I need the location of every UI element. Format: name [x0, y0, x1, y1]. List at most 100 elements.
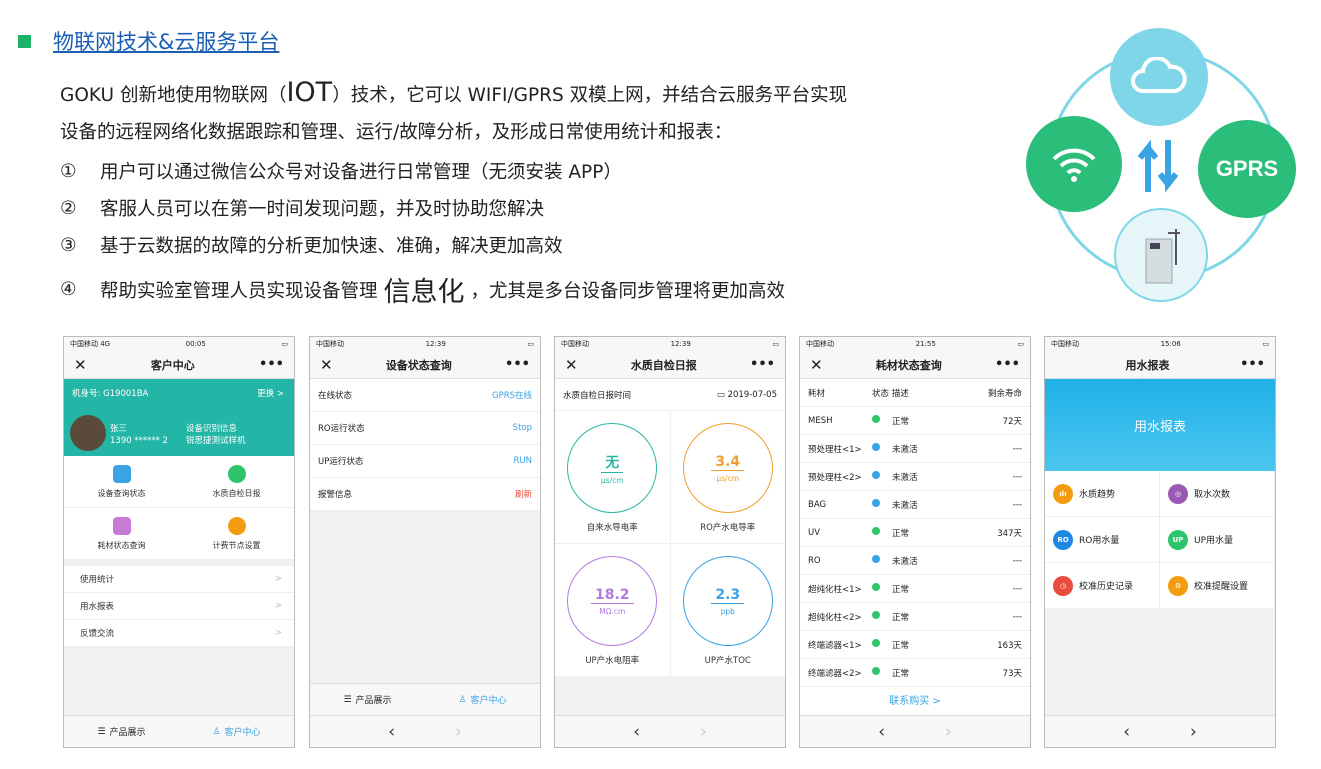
status-dot [872, 555, 880, 563]
status-row: UP运行状态 RUN [310, 445, 540, 478]
report-grid: ılı 水质趋势 ◎ 取水次数 RO RO用水量 UP UP用水量 ◷ 校准历史记录 ⚙ 校准提醒设置 [1045, 471, 1275, 609]
status-bar: 中国移动 21:55 ▭ [800, 337, 1030, 351]
table-row: 终端滤器<2> 正常 73天 [800, 659, 1030, 687]
status-dot [872, 415, 880, 423]
back-button[interactable]: ‹ [388, 722, 395, 742]
status-row: 报警信息 刷新 [310, 478, 540, 511]
menu-feedback[interactable]: 反馈交流 > [64, 620, 294, 647]
list-item: ④ 帮助实验室管理人员实现设备管理 信息化 ，尤其是多台设备同步管理将更加高效 [60, 277, 786, 308]
search-doc-icon [112, 516, 131, 535]
report-banner: 用水报表 [1045, 379, 1275, 471]
phone-customer-center: 中国移动 4G 00:05 ▭ ✕ 客户中心 ••• 机身号: G19001BA 更换 … [63, 336, 295, 748]
intro-text: GOKU 创新地使用物联网（IOT）技术，它可以 WIFI/GPRS 双模上网，… [60, 77, 848, 143]
grid-device-status[interactable]: 设备查询状态 [64, 456, 179, 508]
status-bar: 中国移动 15:06 ▭ [1045, 337, 1275, 351]
status-dot [872, 443, 880, 451]
status-dot [872, 527, 880, 535]
report-item-icon: ◎ [1168, 483, 1188, 504]
forward-button[interactable]: › [455, 722, 462, 742]
contact-buy-link[interactable]: 联系购买 > [800, 687, 1030, 717]
report-item-icon: ◷ [1053, 575, 1073, 596]
report-item[interactable]: UP UP用水量 [1160, 517, 1275, 563]
table-header: 耗材 状态 描述 剩余寿命 [800, 379, 1030, 407]
phone-usage-report: 中国移动 15:06 ▭ 用水报表 ••• 用水报表 ılı 水质趋势 ◎ 取水次数 RO RO… [1044, 336, 1276, 748]
date-picker[interactable]: ▭ 2019-07-05 [717, 390, 777, 400]
report-item-icon: RO [1053, 529, 1073, 550]
more-icon[interactable]: ••• [750, 357, 775, 372]
menu-usage-stats[interactable]: 使用统计 > [64, 566, 294, 593]
consumables-table: 耗材 状态 描述 剩余寿命 MESH 正常 72天 预处理柱<1> 未激活 --- 预处理柱<2… [800, 379, 1030, 687]
back-button[interactable]: ‹ [1123, 722, 1130, 742]
change-button[interactable]: 更换 > [257, 387, 284, 399]
report-item-icon: ⚙ [1168, 575, 1188, 596]
status-bar: 中国移动 4G 00:05 ▭ [64, 337, 294, 351]
report-item[interactable]: RO RO用水量 [1045, 517, 1160, 563]
status-dot [872, 583, 880, 591]
status-dot [872, 499, 880, 507]
more-icon[interactable]: ••• [995, 357, 1020, 372]
nav-bar: ✕ 客户中心 ••• [64, 351, 294, 379]
tab-products[interactable]: ☰ 产品展示 [64, 716, 179, 747]
status-dot [872, 667, 880, 675]
iot-diagram: GPRS [1022, 20, 1302, 305]
phone-water-report: 中国移动 12:39 ▭ ✕ 水质自检日报 ••• 水质自检日报时间 ▭ 2019-07-… [554, 336, 786, 748]
nav-bar: ✕ 设备状态查询 ••• [310, 351, 540, 379]
back-button[interactable]: ‹ [878, 722, 885, 742]
report-item[interactable]: ◷ 校准历史记录 [1045, 563, 1160, 609]
tab-bar: ☰ 产品展示 ♙ 客户中心 [64, 715, 294, 747]
grid-consumables[interactable]: 耗材状态查询 [64, 508, 179, 560]
report-item-icon: UP [1168, 529, 1188, 550]
more-icon[interactable]: ••• [1240, 357, 1265, 372]
leaf-icon [227, 464, 246, 483]
table-row: 预处理柱<1> 未激活 --- [800, 435, 1030, 463]
grid-water-report[interactable]: 水质自检日报 [179, 456, 294, 508]
tab-products[interactable]: ☰ 产品展示 [310, 684, 425, 715]
status-dot [872, 471, 880, 479]
table-row: MESH 正常 72天 [800, 407, 1030, 435]
tab-customer-center[interactable]: ♙ 客户中心 [425, 684, 540, 715]
avatar [70, 415, 106, 451]
report-item[interactable]: ılı 水质趋势 [1045, 471, 1160, 517]
status-row: RO运行状态 Stop [310, 412, 540, 445]
back-button[interactable]: ‹ [633, 722, 640, 742]
browser-nav: ‹ › [800, 715, 1030, 747]
more-icon[interactable]: ••• [505, 357, 530, 372]
heading-link[interactable]: 物联网技术&云服务平台 [53, 26, 279, 56]
bullet-square [18, 34, 31, 48]
nav-bar: 用水报表 ••• [1045, 351, 1275, 379]
section-heading: 物联网技术&云服务平台 [18, 26, 279, 56]
menu-water-report[interactable]: 用水报表 > [64, 593, 294, 620]
more-icon[interactable]: ••• [259, 357, 284, 372]
gauge: 18.2 MΩ.cm UP产水电阻率 [555, 544, 670, 676]
nav-bar: ✕ 水质自检日报 ••• [555, 351, 785, 379]
status-row: 在线状态 GPRS在线 [310, 379, 540, 412]
table-row: UV 正常 347天 [800, 519, 1030, 547]
refresh-link[interactable]: 刷新 [515, 488, 532, 500]
report-date-row: 水质自检日报时间 ▭ 2019-07-05 [555, 379, 785, 411]
list-item: ② 客服人员可以在第一时间发现问题，并及时协助您解决 [60, 197, 545, 221]
table-row: 超纯化柱<2> 正常 --- [800, 603, 1030, 631]
report-item[interactable]: ◎ 取水次数 [1160, 471, 1275, 517]
report-item[interactable]: ⚙ 校准提醒设置 [1160, 563, 1275, 609]
table-row: 终端滤器<1> 正常 163天 [800, 631, 1030, 659]
phone-device-status: 中国移动 12:39 ▭ ✕ 设备状态查询 ••• 在线状态 GPRS在线 RO运行状态 S… [309, 336, 541, 748]
list-item: ① 用户可以通过微信公众号对设备进行日常管理（无须安装 APP） [60, 160, 622, 184]
grid-billing[interactable]: 计费节点设置 [179, 508, 294, 560]
list-item: ③ 基于云数据的故障的分析更加快速、准确，解决更加高效 [60, 234, 563, 258]
table-row: RO 未激活 --- [800, 547, 1030, 575]
tab-customer-center[interactable]: ♙ 客户中心 [179, 716, 294, 747]
forward-button[interactable]: › [945, 722, 952, 742]
forward-button[interactable]: › [1190, 722, 1197, 742]
money-bag-icon [227, 516, 246, 535]
gauge-grid: 无 μs/cm 自来水导电率 3.4 μs/cm RO产水电导率 18.2 MΩ.cm UP… [555, 411, 785, 676]
close-icon[interactable]: ✕ [810, 356, 823, 374]
status-bar: 中国移动 12:39 ▭ [555, 337, 785, 351]
close-icon[interactable]: ✕ [565, 356, 578, 374]
sync-arrows-icon [1134, 138, 1184, 198]
device-icon [1114, 208, 1208, 302]
gauge: 无 μs/cm 自来水导电率 [555, 411, 670, 543]
close-icon[interactable]: ✕ [320, 356, 333, 374]
browser-nav: ‹ › [1045, 715, 1275, 747]
forward-button[interactable]: › [700, 722, 707, 742]
close-icon[interactable]: ✕ [74, 356, 87, 374]
